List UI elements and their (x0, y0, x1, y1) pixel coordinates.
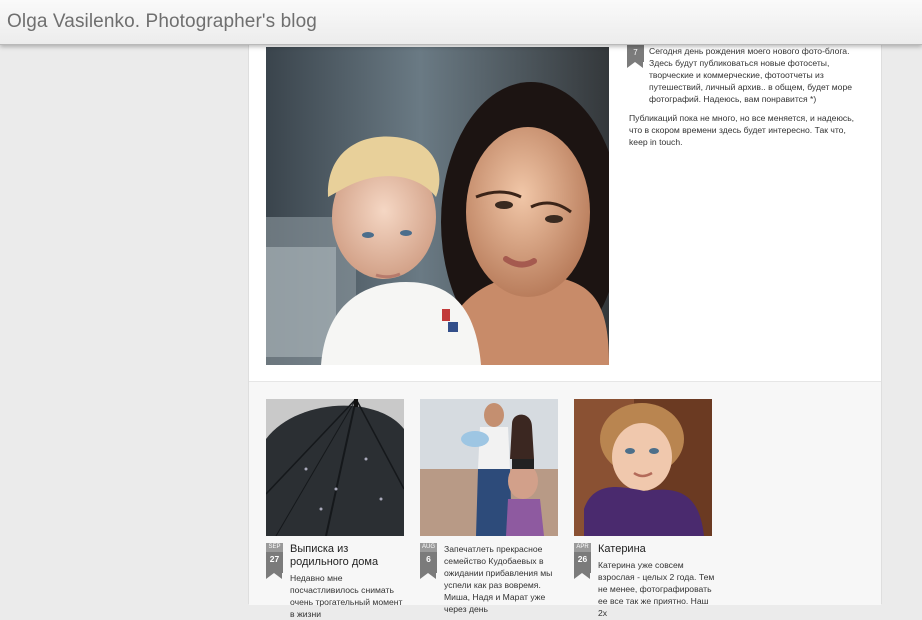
post-title[interactable]: Выписка из родильного дома (290, 543, 408, 569)
hero-photo[interactable] (266, 47, 609, 365)
post-month: AUG (420, 543, 437, 552)
flag-notch (420, 573, 436, 579)
post-text: Запечатлеть прекрасное семейство Кудобае… (444, 543, 562, 615)
post-excerpt: Катерина уже совсем взрослая - целых 2 г… (598, 560, 715, 618)
hero-post-text: Сегодня день рождения моего нового фото-… (629, 45, 865, 155)
blog-content: 7 Сегодня день рождения моего нового фот… (248, 40, 882, 619)
post-thumbnail-umbrella[interactable] (266, 399, 404, 536)
post-card-1[interactable]: SEP 27 Выписка из родильного дома Недавн… (266, 399, 404, 619)
post-excerpt: Запечатлеть прекрасное семейство Кудобае… (444, 544, 553, 614)
flag-notch (574, 573, 590, 579)
post-title[interactable]: Катерина (598, 543, 716, 556)
post-card-2[interactable]: AUG 6 Запечатлеть прекрасное семейство К… (420, 399, 558, 614)
post-card-3[interactable]: APR 26 Катерина Катерина уже совсем взро… (574, 399, 714, 618)
post-date-flag: AUG 6 (420, 543, 437, 579)
umbrella-photo (266, 399, 404, 536)
post-month: APR (574, 543, 591, 552)
post-day: 6 (426, 554, 431, 564)
post-day: 27 (269, 554, 280, 564)
hero-paragraph-2: Публикаций пока не много, но все меняетс… (629, 113, 855, 147)
post-thumbnail-family[interactable] (420, 399, 558, 536)
post-text: Катерина Катерина уже совсем взрослая - … (598, 543, 716, 619)
post-thumbnail-katerina[interactable] (574, 399, 712, 536)
site-title[interactable]: Olga Vasilenko. Photographer's blog (7, 11, 317, 33)
girl-photo (574, 399, 712, 536)
post-date-flag: APR 26 (574, 543, 591, 579)
post-date-flag: SEP 27 (266, 543, 283, 579)
post-excerpt: Недавно мне посчастливилось снимать очен… (290, 573, 403, 619)
family-photo (420, 399, 558, 536)
post-text: Выписка из родильного дома Недавно мне п… (290, 543, 408, 620)
post-day: 26 (577, 554, 588, 564)
flag-notch (266, 573, 282, 579)
post-month: SEP (266, 543, 283, 552)
mother-and-child-photo (266, 47, 609, 365)
hero-paragraph-1: Сегодня день рождения моего нового фото-… (649, 46, 853, 104)
top-bar: Olga Vasilenko. Photographer's blog (0, 0, 922, 45)
